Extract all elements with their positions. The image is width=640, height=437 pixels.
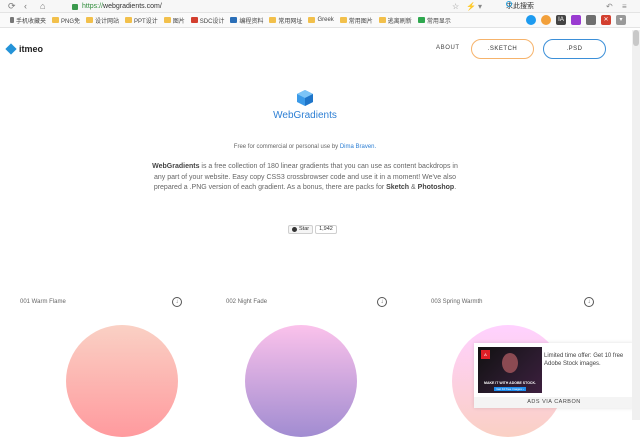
carbon-ad[interactable]: A MAKE IT WITH ADOBE STOCK. Get 10 free … xyxy=(474,343,634,408)
folder-icon xyxy=(269,17,277,23)
grid-ext-icon[interactable] xyxy=(586,15,596,25)
gradient-name: 003 Spring Warmth xyxy=(431,299,483,305)
download-icon[interactable]: ↓ xyxy=(172,297,182,307)
folder-icon xyxy=(339,17,347,23)
ad-image[interactable]: A MAKE IT WITH ADOBE STOCK. Get 10 free … xyxy=(478,347,542,393)
bookmark-label: 图片 xyxy=(172,18,185,25)
folder-icon xyxy=(125,17,133,23)
github-icon xyxy=(292,227,297,232)
gradient-preview-night-fade[interactable] xyxy=(245,325,357,437)
bookmark-item[interactable]: SDC设计 xyxy=(190,15,225,25)
close-ext-icon[interactable]: ✕ xyxy=(601,15,611,25)
ad-caption: MAKE IT WITH ADOBE STOCK. xyxy=(484,381,536,385)
bookmark-label: 常用显示 xyxy=(426,18,451,25)
folder-icon xyxy=(52,17,60,23)
url-text: https://webgradients.com/ xyxy=(82,3,162,10)
hero-description: WebGradients is a free collection of 180… xyxy=(152,163,458,191)
sketch-download-button[interactable]: .SKETCH xyxy=(471,39,534,59)
folder-icon xyxy=(86,17,94,23)
logo-mark-icon xyxy=(5,43,17,55)
site-header: itmeo ABOUT .SKETCH .PSD xyxy=(0,30,632,68)
bookmark-item[interactable]: 逃离刷新 xyxy=(378,15,412,25)
gradient-preview-warm-flame[interactable] xyxy=(66,325,178,437)
bookmark-item[interactable]: 图片 xyxy=(163,15,185,25)
logo-text: itmeo xyxy=(19,44,44,54)
bookmark-item[interactable]: 常用显示 xyxy=(417,15,451,25)
bookmark-label: 常用图片 xyxy=(348,18,373,25)
scrollbar[interactable] xyxy=(632,30,640,420)
lock-icon xyxy=(72,3,78,10)
home-icon[interactable]: ⌂ xyxy=(40,1,45,12)
bookmark-label: Greek xyxy=(317,17,334,23)
scrollbar-thumb[interactable] xyxy=(633,30,639,46)
bookmark-item[interactable]: 设计网站 xyxy=(86,15,119,25)
blue-site-icon xyxy=(230,17,238,23)
bookmark-label: PNG免 xyxy=(61,18,81,25)
bookmark-item[interactable]: PNG免 xyxy=(52,15,80,25)
bookmark-label: 设计网站 xyxy=(95,18,120,25)
more-ext-icon[interactable]: ▾ xyxy=(616,15,626,25)
gradient-name: 002 Night Fade xyxy=(226,299,268,305)
ad-portrait xyxy=(502,353,518,373)
bookmark-item[interactable]: Greek xyxy=(308,15,334,25)
github-star-widget: Star 1,942 xyxy=(288,225,337,234)
bookmark-label: 编程资料 xyxy=(239,18,264,25)
bookmark-item[interactable]: PPT设计 xyxy=(125,15,158,25)
chrome-ext-icon[interactable] xyxy=(541,15,551,25)
ads-via-carbon-link[interactable]: ADS VIA CARBON xyxy=(474,397,634,408)
ad-text[interactable]: Limited time offer: Get 10 free Adobe St… xyxy=(544,352,630,368)
bookmark-label: PPT设计 xyxy=(134,18,158,25)
license-note: Free for commercial or personal use by D… xyxy=(233,144,377,150)
bookmark-label: 手机收藏夹 xyxy=(16,18,47,25)
back-icon[interactable]: ‹ xyxy=(24,1,27,12)
page-title: WebGradients xyxy=(273,110,337,121)
dropdown-icon[interactable]: ▾ xyxy=(478,1,482,12)
folder-icon xyxy=(308,17,316,23)
bookmark-label: SDC设计 xyxy=(199,18,225,25)
address-bar[interactable]: https://webgradients.com/ xyxy=(66,1,466,12)
ia-ext-icon[interactable]: IA xyxy=(556,15,566,25)
author-link[interactable]: Dima Braven. xyxy=(340,144,376,150)
extensions-tray: IA ✕ ▾ xyxy=(526,15,626,25)
undo-icon[interactable]: ↶ xyxy=(606,1,613,12)
folder-icon xyxy=(378,17,386,23)
download-icon[interactable]: ↓ xyxy=(584,297,594,307)
phone-icon xyxy=(10,17,14,23)
download-icon[interactable]: ↓ xyxy=(377,297,387,307)
bookmark-item[interactable]: 常用网址 xyxy=(269,15,302,25)
webgradients-logo-icon xyxy=(297,90,313,106)
green-site-icon xyxy=(417,17,425,23)
refresh-icon[interactable]: ⟳ xyxy=(8,1,16,12)
github-star-button[interactable]: Star xyxy=(288,225,314,234)
star-bookmark-icon[interactable]: ☆ xyxy=(452,1,459,12)
bookmark-item[interactable]: 手机收藏夹 xyxy=(10,15,46,25)
bookmark-label: 常用网址 xyxy=(278,18,303,25)
search-engine-icon xyxy=(506,1,512,7)
menu-icon[interactable]: ≡ xyxy=(622,1,627,12)
red-site-icon xyxy=(190,17,198,23)
purple-ext-icon[interactable] xyxy=(571,15,581,25)
shield-icon[interactable]: ⚡ xyxy=(466,1,476,12)
search-input[interactable]: 求此搜索 xyxy=(506,1,596,12)
about-link[interactable]: ABOUT xyxy=(436,45,460,51)
bookmark-item[interactable]: 常用图片 xyxy=(339,15,373,25)
browser-ext-icon[interactable] xyxy=(526,15,536,25)
adobe-logo-icon: A xyxy=(481,350,490,359)
star-count[interactable]: 1,942 xyxy=(315,225,337,234)
browser-toolbar: ⟳ ‹ ⌂ https://webgradients.com/ ☆ ⚡ ▾ 求此… xyxy=(0,0,640,13)
bookmark-label: 逃离刷新 xyxy=(387,18,412,25)
folder-icon xyxy=(163,17,171,23)
bookmark-item[interactable]: 编程资料 xyxy=(230,15,263,25)
site-logo[interactable]: itmeo xyxy=(5,43,44,55)
ad-cta: Get 10 free images › xyxy=(494,387,526,391)
psd-download-button[interactable]: .PSD xyxy=(543,39,606,59)
gradient-name: 001 Warm Flame xyxy=(20,299,66,305)
